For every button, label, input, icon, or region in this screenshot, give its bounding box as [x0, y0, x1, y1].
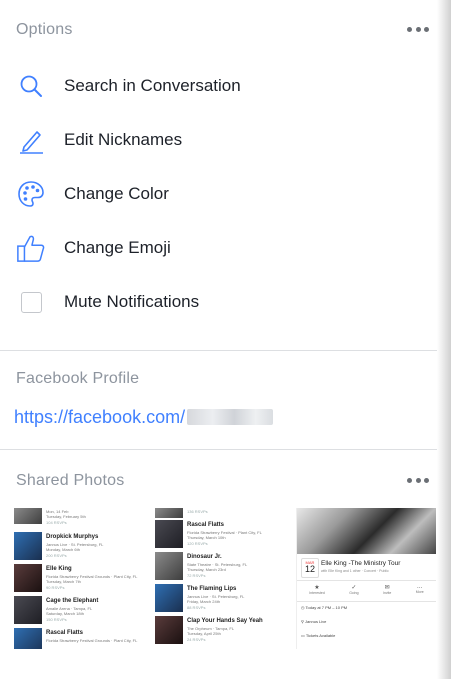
event-date: Thursday, March 23rd [187, 567, 226, 572]
event-thumbnail [155, 584, 183, 612]
pencil-icon [16, 125, 46, 155]
event-title: Dropkick Murphys [46, 534, 99, 540]
event-thumbnail [14, 596, 42, 624]
event-title: Dinosaur Jr. [187, 554, 222, 560]
option-label: Mute Notifications [64, 292, 200, 311]
shared-photo-2[interactable]: 136 RSVPs Rascal Flatts Florida Strawber… [155, 508, 285, 649]
shared-photos-title: Shared Photos [16, 472, 125, 489]
divider [297, 580, 436, 581]
more-action: … More [415, 584, 424, 594]
action-label: Invite [382, 591, 392, 595]
event-rsvps: 136 RSVPs [187, 509, 208, 514]
event-detail-time: ◷ Today at 7 PM – 10 PM [301, 605, 348, 610]
event-title: Rascal Flatts [187, 522, 225, 528]
option-label: Change Emoji [64, 238, 171, 257]
event-title: Cage the Elephant [46, 598, 99, 604]
action-label: Interested [309, 591, 325, 595]
event-cover-image [297, 508, 436, 554]
event-rsvps: 24 RSVPs [187, 637, 206, 642]
list-item: The Flaming Lips Jannus Live · St. Peter… [155, 584, 285, 615]
event-detail-text: Tickets Available [305, 633, 336, 638]
event-date: Friday, March 24th [187, 599, 221, 604]
event-thumbnail [14, 564, 42, 592]
event-date: Thursday, March 10th [187, 535, 226, 540]
divider [0, 350, 437, 351]
shared-photos-more-icon[interactable] [407, 476, 429, 484]
event-date: Tuesday, March 7th [46, 579, 81, 584]
shared-photo-3[interactable]: MAR 12 Elle King -The Ministry Tour with… [296, 508, 436, 649]
invite-action: ✉ Invite [382, 585, 392, 595]
event-rsvps: 88 RSVPs [187, 605, 206, 610]
profile-title: Facebook Profile [16, 370, 140, 387]
mute-notifications-option[interactable]: Mute Notifications [0, 279, 437, 325]
event-rsvps: 72 RSVPs [187, 573, 206, 578]
interested-action: ★ Interested [309, 585, 325, 595]
list-item: Clap Your Hands Say Yeah The Orpheum · T… [155, 616, 285, 647]
event-title: Rascal Flatts [46, 630, 84, 636]
right-edge-shadow [437, 0, 451, 679]
list-item: Dropkick Murphys Jannus Live · St. Peter… [14, 532, 144, 563]
list-item: Rascal Flatts Florida Strawberry Festiva… [155, 520, 285, 551]
event-actions: ★ Interested ✓ Going ✉ Invite … More [297, 584, 436, 598]
event-thumbnail [155, 616, 183, 644]
event-thumbnail [155, 520, 183, 548]
event-date: Tuesday, February 5th [46, 514, 86, 519]
divider [0, 449, 437, 450]
event-title: Clap Your Hands Say Yeah [187, 618, 263, 624]
event-thumbnail [14, 628, 42, 649]
event-title: The Flaming Lips [187, 586, 237, 592]
redacted-username [187, 409, 274, 425]
event-rsvps: 150 RSVPs [46, 617, 67, 622]
event-venue: Florida Strawberry Festival Grounds · Pl… [46, 638, 138, 643]
event-rsvps: 104 RSVPs [46, 520, 67, 525]
option-label: Edit Nicknames [64, 130, 183, 149]
event-thumbnail [155, 552, 183, 580]
divider [297, 601, 436, 602]
options-more-icon[interactable] [407, 25, 429, 33]
profile-link-text: https://facebook.com/ [14, 407, 186, 427]
event-thumbnail [14, 532, 42, 560]
event-rsvps: 200 RSVPs [46, 553, 67, 558]
event-detail-text: Today at 7 PM – 10 PM [305, 605, 348, 610]
option-label: Change Color [64, 184, 169, 203]
event-detail-tickets: ▭ Tickets Available [301, 633, 336, 638]
event-date: Tuesday, April 25th [187, 631, 221, 636]
change-emoji-option[interactable]: Change Emoji [0, 225, 437, 271]
change-color-option[interactable]: Change Color [0, 171, 437, 217]
search-in-conversation-option[interactable]: Search in Conversation [0, 63, 437, 109]
list-item: Rascal Flatts Florida Strawberry Festiva… [14, 628, 144, 649]
event-date: Saturday, March 18th [46, 611, 84, 616]
palette-icon [16, 179, 46, 209]
event-date-badge: MAR 12 [301, 558, 319, 578]
options-title: Options [16, 21, 73, 38]
event-subtitle: with Elle King and 1 other · Concert · P… [321, 569, 389, 573]
event-rsvps: 90 RSVPs [46, 585, 65, 590]
thumbs-up-icon [16, 233, 46, 263]
action-label: Going [349, 591, 359, 595]
edit-nicknames-option[interactable]: Edit Nicknames [0, 117, 437, 163]
event-rsvps: 120 RSVPs [187, 541, 208, 546]
event-detail-text: Jannus Live [305, 619, 327, 624]
event-thumbnail [155, 508, 183, 518]
list-item: Dinosaur Jr. State Theatre · St. Petersb… [155, 552, 285, 583]
list-item: Elle King Florida Strawberry Festival Gr… [14, 564, 144, 595]
event-title: Elle King -The Ministry Tour [321, 560, 401, 567]
action-label: More [415, 590, 424, 594]
search-icon [16, 71, 46, 101]
event-detail-venue: ⚲ Jannus Live [301, 619, 327, 624]
event-date: Monday, March 6th [46, 547, 80, 552]
going-action: ✓ Going [349, 585, 359, 595]
shared-photo-1[interactable]: Mon, 14 Feb Tuesday, February 5th 104 RS… [14, 508, 144, 649]
event-thumbnail [14, 508, 42, 524]
list-item: Cage the Elephant Amalie Arena · Tampa, … [14, 596, 144, 627]
option-label: Search in Conversation [64, 76, 241, 95]
event-title: Elle King [46, 566, 72, 572]
profile-link[interactable]: https://facebook.com/ [14, 407, 274, 428]
mute-checkbox[interactable] [16, 287, 46, 317]
event-day: 12 [304, 564, 315, 574]
